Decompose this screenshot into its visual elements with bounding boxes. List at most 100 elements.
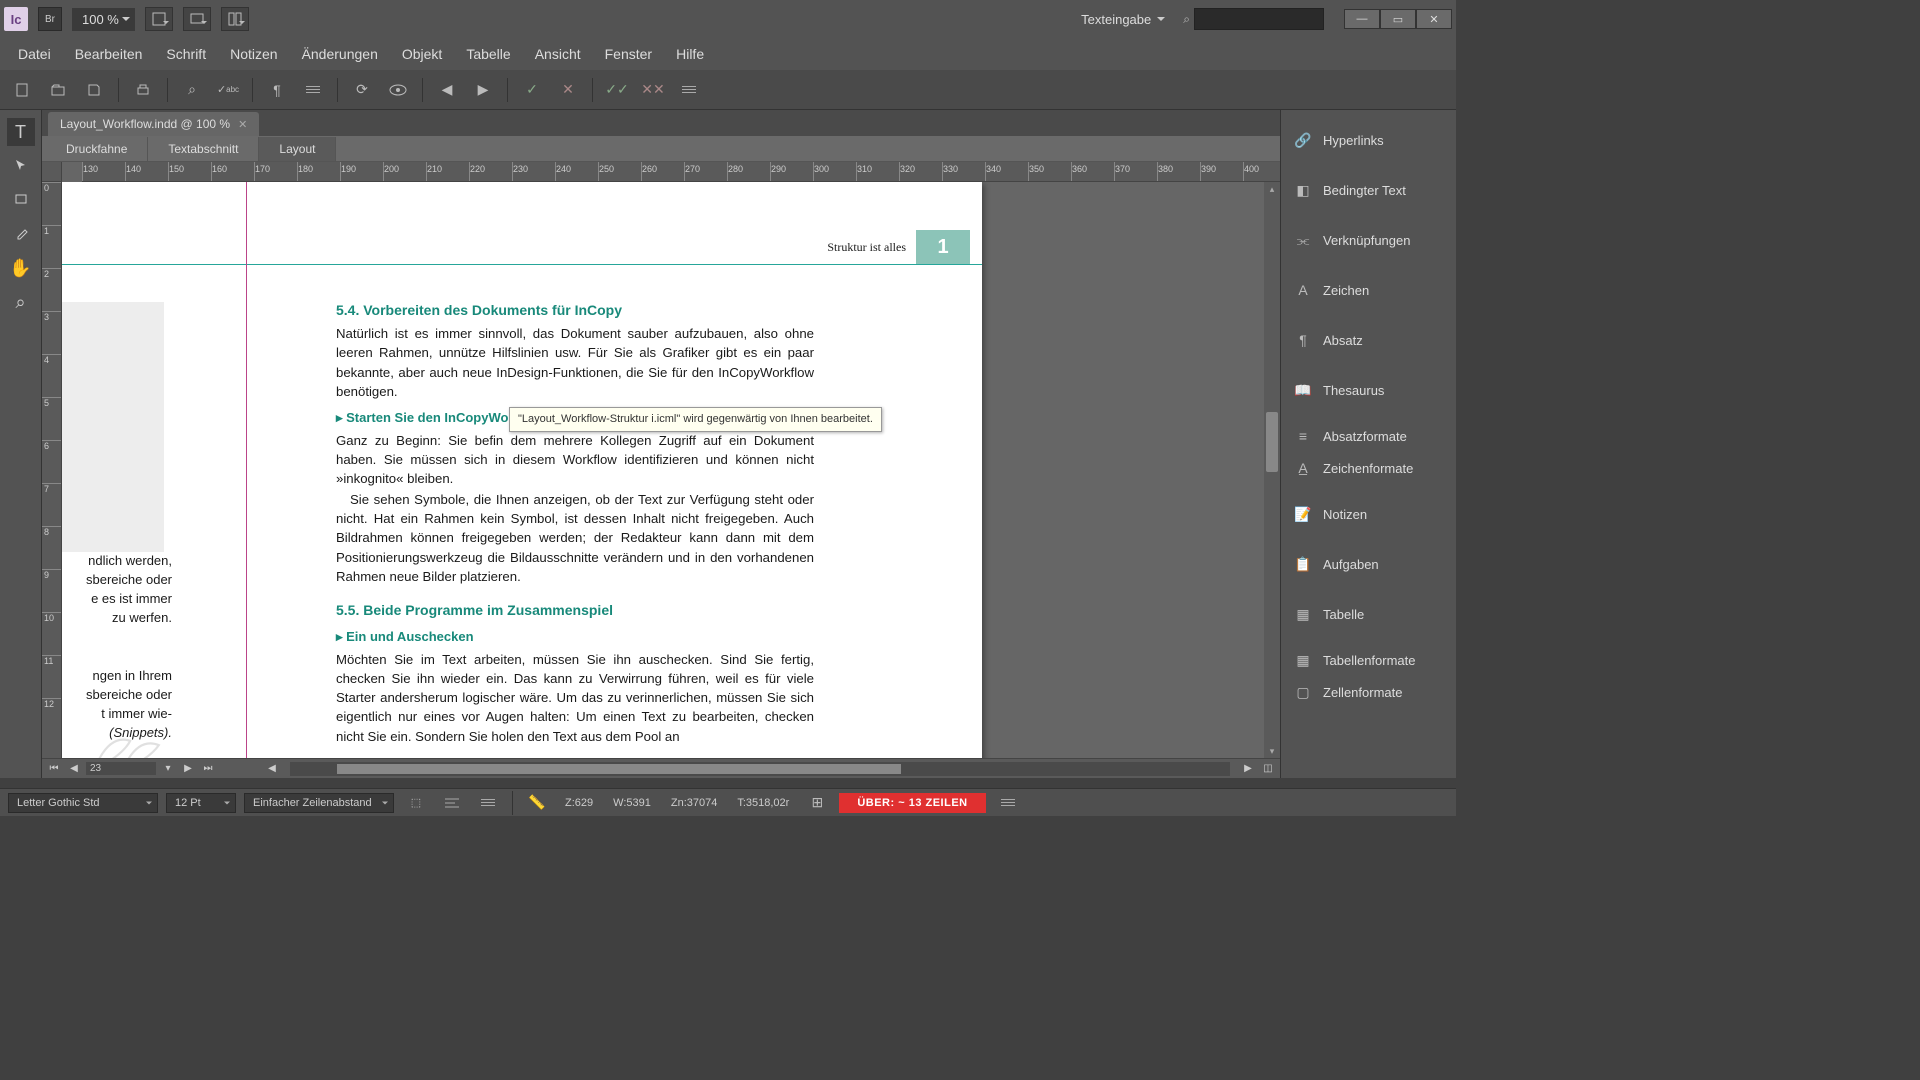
menu-ansicht[interactable]: Ansicht xyxy=(523,40,593,68)
conditional-icon: ◧ xyxy=(1293,180,1313,200)
document-tab[interactable]: Layout_Workflow.indd @ 100 % ✕ xyxy=(48,112,259,136)
tool-palette: T ✋ ⌕ xyxy=(0,110,42,778)
panel-zeichen[interactable]: AZeichen xyxy=(1281,270,1456,310)
prev-change-button[interactable]: ◀ xyxy=(433,76,461,104)
bridge-icon[interactable]: Br xyxy=(38,7,62,31)
maximize-button[interactable]: ▭ xyxy=(1380,9,1416,29)
first-page-button[interactable]: ⏮ xyxy=(46,762,62,776)
font-size-dropdown[interactable]: 12 Pt xyxy=(166,793,236,813)
menu-objekt[interactable]: Objekt xyxy=(390,40,454,68)
preview-button[interactable] xyxy=(384,76,412,104)
scrollbar-horizontal[interactable] xyxy=(290,762,1230,776)
columns-icon[interactable]: ⬚ xyxy=(402,789,430,817)
scroll-left-arrow[interactable]: ◀ xyxy=(264,762,280,776)
eyedropper-tool[interactable] xyxy=(7,220,35,248)
update-design-button[interactable]: ⟳ xyxy=(348,76,376,104)
menu-notizen[interactable]: Notizen xyxy=(218,40,289,68)
margin-guide xyxy=(246,182,247,758)
type-tool[interactable]: T xyxy=(7,118,35,146)
menu-aenderungen[interactable]: Änderungen xyxy=(290,40,390,68)
panel-tabellenformate[interactable]: ▦Tabellenformate xyxy=(1281,644,1456,676)
scroll-thumb-h[interactable] xyxy=(337,764,901,774)
split-view-button[interactable]: ◫ xyxy=(1260,762,1276,776)
close-tab-icon[interactable]: ✕ xyxy=(238,118,247,131)
toolbar-menu-2[interactable] xyxy=(675,76,703,104)
menu-hilfe[interactable]: Hilfe xyxy=(664,40,716,68)
reject-change-button[interactable]: ✕ xyxy=(554,76,582,104)
ruler-vertical[interactable]: 0123456789101112 xyxy=(42,182,62,758)
scroll-down-arrow[interactable]: ▾ xyxy=(1264,744,1280,758)
scroll-right-arrow[interactable]: ▶ xyxy=(1240,762,1256,776)
ruler-origin[interactable] xyxy=(42,162,62,182)
page-dropdown[interactable]: ▾ xyxy=(160,762,176,776)
close-button[interactable]: ✕ xyxy=(1416,9,1452,29)
workspace-switcher[interactable]: Texteingabe xyxy=(1073,8,1173,31)
panel-thesaurus[interactable]: 📖Thesaurus xyxy=(1281,370,1456,410)
accept-change-button[interactable]: ✓ xyxy=(518,76,546,104)
panel-zeichenformate[interactable]: A̲Zeichenformate xyxy=(1281,452,1456,484)
search-input[interactable] xyxy=(1194,8,1324,30)
toolbar-menu-1[interactable] xyxy=(299,76,327,104)
position-tool[interactable] xyxy=(7,152,35,180)
panel-absatz[interactable]: ¶Absatz xyxy=(1281,320,1456,360)
view-tab-druckfahne[interactable]: Druckfahne xyxy=(46,137,148,161)
panel-hyperlinks[interactable]: 🔗Hyperlinks xyxy=(1281,120,1456,160)
show-hidden-chars-button[interactable]: ¶ xyxy=(263,76,291,104)
prev-page-button[interactable]: ◀ xyxy=(66,762,82,776)
canvas[interactable]: 1 Struktur ist alles 5.4. Vorbereiten de… xyxy=(62,182,1264,758)
accept-all-button[interactable]: ✓✓ xyxy=(603,76,631,104)
page-number-box: 1 xyxy=(916,230,970,264)
copyfit-icon: 📏 xyxy=(523,789,551,817)
panel-notizen[interactable]: 📝Notizen xyxy=(1281,494,1456,534)
stat-t: T:3518,02r xyxy=(731,797,795,809)
note-tool[interactable] xyxy=(7,186,35,214)
status-menu-1[interactable] xyxy=(474,789,502,817)
scroll-up-arrow[interactable]: ▴ xyxy=(1264,182,1280,196)
panel-absatzformate[interactable]: ≡Absatzformate xyxy=(1281,420,1456,452)
menu-datei[interactable]: Datei xyxy=(6,40,63,68)
next-change-button[interactable]: ▶ xyxy=(469,76,497,104)
menu-bearbeiten[interactable]: Bearbeiten xyxy=(63,40,155,68)
hand-tool[interactable]: ✋ xyxy=(7,254,35,282)
panel-tabelle[interactable]: ▦Tabelle xyxy=(1281,594,1456,634)
main-text-frame[interactable]: 5.4. Vorbereiten des Dokuments für InCop… xyxy=(336,294,814,748)
menu-fenster[interactable]: Fenster xyxy=(593,40,664,68)
screen-mode-button[interactable] xyxy=(183,7,211,31)
ruler-horizontal[interactable]: 1301401501601701801902002102202302402502… xyxy=(82,162,1280,182)
view-tab-textabschnitt[interactable]: Textabschnitt xyxy=(148,137,259,161)
menu-tabelle[interactable]: Tabelle xyxy=(454,40,522,68)
spellcheck-button[interactable]: ✓abc xyxy=(214,76,242,104)
page-navigator: ⏮ ◀ 23 ▾ ▶ ⏭ ◀ ▶ ◫ xyxy=(42,758,1280,778)
reject-all-button[interactable]: ✕✕ xyxy=(639,76,667,104)
watermark-leaf-icon xyxy=(80,718,166,758)
panel-aufgaben[interactable]: 📋Aufgaben xyxy=(1281,544,1456,584)
body-paragraph: Natürlich ist es immer sinnvoll, das Dok… xyxy=(336,324,814,401)
page-field[interactable]: 23 xyxy=(86,762,156,775)
view-mode-tabs: Druckfahne Textabschnitt Layout xyxy=(42,136,1280,162)
scrollbar-vertical[interactable]: ▴ ▾ xyxy=(1264,182,1280,758)
view-options-button[interactable] xyxy=(221,7,249,31)
open-button[interactable] xyxy=(44,76,72,104)
cellstyles-icon: ▢ xyxy=(1293,682,1313,702)
menu-schrift[interactable]: Schrift xyxy=(154,40,218,68)
view-tab-layout[interactable]: Layout xyxy=(259,137,336,161)
panel-zellenformate[interactable]: ▢Zellenformate xyxy=(1281,676,1456,708)
save-button[interactable] xyxy=(80,76,108,104)
panel-bedingter-text[interactable]: ◧Bedingter Text xyxy=(1281,170,1456,210)
align-icon[interactable] xyxy=(438,789,466,817)
find-button[interactable]: ⌕ xyxy=(178,76,206,104)
next-page-button[interactable]: ▶ xyxy=(180,762,196,776)
scroll-thumb-v[interactable] xyxy=(1266,412,1278,472)
new-doc-button[interactable] xyxy=(8,76,36,104)
arrange-docs-button[interactable] xyxy=(145,7,173,31)
last-page-button[interactable]: ⏭ xyxy=(200,762,216,776)
zoom-level[interactable]: 100 % xyxy=(72,8,135,31)
panel-verknuepfungen[interactable]: ⫘Verknüpfungen xyxy=(1281,220,1456,260)
print-button[interactable] xyxy=(129,76,157,104)
font-family-dropdown[interactable]: Letter Gothic Std xyxy=(8,793,158,813)
minimize-button[interactable]: — xyxy=(1344,9,1380,29)
menubar: Datei Bearbeiten Schrift Notizen Änderun… xyxy=(0,38,1456,70)
zoom-tool[interactable]: ⌕ xyxy=(7,288,35,316)
leading-dropdown[interactable]: Einfacher Zeilenabstand xyxy=(244,793,394,813)
status-menu-2[interactable] xyxy=(994,789,1022,817)
